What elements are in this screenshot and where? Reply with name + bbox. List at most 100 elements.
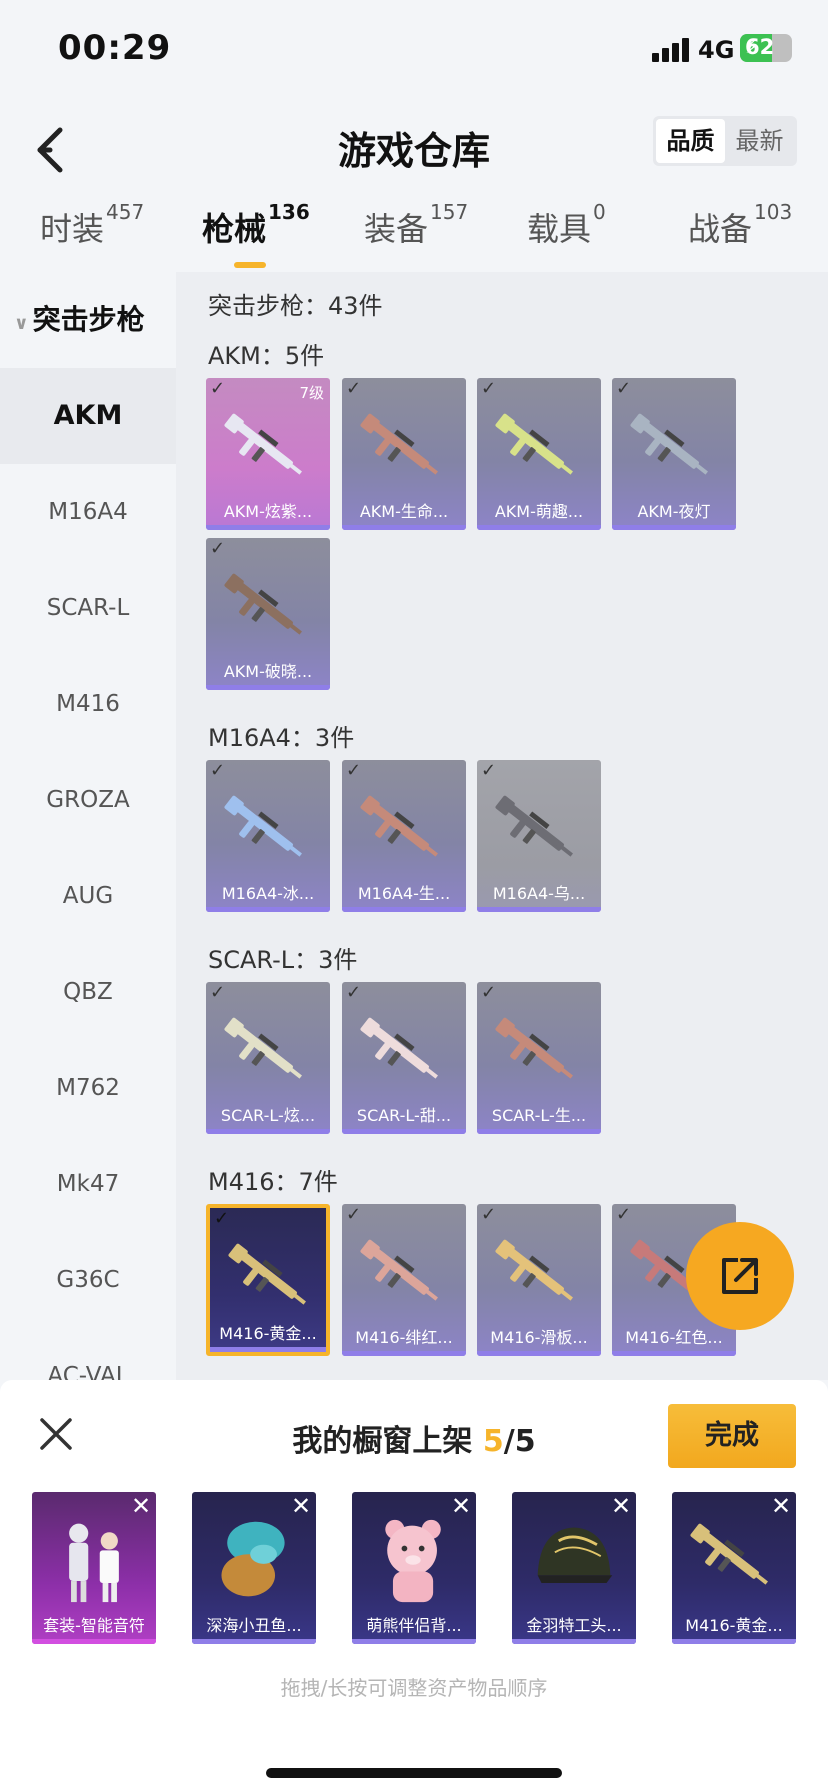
- weapon-card[interactable]: ✓ SCAR-L-甜...: [342, 982, 466, 1134]
- weapon-card[interactable]: ✓ AKM-生命...: [342, 378, 466, 530]
- done-button[interactable]: 完成: [668, 1404, 796, 1468]
- sidebar-item-ac-val[interactable]: AC-VAL: [0, 1328, 176, 1380]
- tab-count: 136: [268, 200, 310, 224]
- tab-vehicles[interactable]: 载具 0: [527, 200, 606, 250]
- sidebar-item-qbz[interactable]: QBZ: [0, 944, 176, 1040]
- check-icon: ✓: [214, 1208, 230, 1229]
- rarity-bar: [477, 1129, 601, 1134]
- rifle-icon: [495, 795, 573, 857]
- sort-toggle: 品质 最新: [653, 116, 797, 166]
- weapon-name: AKM-萌趣...: [494, 502, 584, 521]
- tab-label: 载具: [527, 210, 592, 248]
- weapon-card[interactable]: ✓ 7级 AKM-炫紫...: [206, 378, 330, 530]
- sidebar-item-akm[interactable]: AKM: [0, 368, 176, 464]
- helmet-icon: [537, 1527, 613, 1583]
- weapon-name: AKM-生命...: [359, 502, 449, 521]
- section-title: AKM：5件: [208, 342, 325, 370]
- rarity-bar: [210, 1347, 326, 1352]
- category-tabs: 时装 457 枪械 136 装备 157 载具 0 战备 103: [0, 200, 828, 272]
- tab-count: 103: [754, 200, 793, 224]
- weapon-card[interactable]: ✓ AKM-萌趣...: [477, 378, 601, 530]
- tab-label: 时装: [40, 210, 105, 248]
- check-icon: ✓: [616, 378, 632, 399]
- weapon-name: M416-红色...: [625, 1328, 723, 1347]
- weapon-card[interactable]: ✓ M416-绯红...: [342, 1204, 466, 1356]
- bear-backpack-icon: [385, 1519, 441, 1603]
- check-icon: ✓: [346, 982, 362, 1003]
- rifle-icon: [360, 1239, 438, 1301]
- rarity-bar: [342, 1129, 466, 1134]
- sort-newest-button[interactable]: 最新: [725, 119, 794, 163]
- rifle-icon: [360, 1017, 438, 1079]
- rarity-bar: [612, 525, 736, 530]
- share-button[interactable]: [686, 1222, 794, 1330]
- rarity-bar: [206, 685, 330, 690]
- weapon-card[interactable]: ✓ M416-滑板...: [477, 1204, 601, 1356]
- showcase-slot[interactable]: ✕ M416-黄金...: [672, 1492, 796, 1644]
- weapon-card[interactable]: ✓ SCAR-L-炫...: [206, 982, 330, 1134]
- share-external-icon: [722, 1258, 758, 1294]
- rarity-bar: [206, 907, 330, 912]
- tab-outfits[interactable]: 时装 457: [40, 200, 144, 250]
- weapon-card[interactable]: ✓ AKM-破晓...: [206, 538, 330, 690]
- check-icon: ✓: [346, 378, 362, 399]
- remove-icon[interactable]: ✕: [286, 1492, 316, 1522]
- sidebar-item-g36c[interactable]: G36C: [0, 1232, 176, 1328]
- outfit-icon: [69, 1523, 119, 1603]
- level-badge: 7级: [299, 384, 324, 402]
- showcase-slot[interactable]: ✕ 萌熊伴侣背...: [352, 1492, 476, 1644]
- weapon-card[interactable]: ✓ M16A4-乌...: [477, 760, 601, 912]
- reorder-hint: 拖拽/长按可调整资产物品顺序: [280, 1676, 548, 1700]
- showcase-slot[interactable]: ✕ 金羽特工头...: [512, 1492, 636, 1644]
- weapon-name: SCAR-L-炫...: [220, 1106, 316, 1125]
- rarity-bar: [352, 1639, 476, 1644]
- weapon-grid: 突击步枪：43件 AKM：5件 ✓ 7级 AKM-炫紫... ✓ AKM-生命... ✓ AK…: [176, 272, 828, 1380]
- tab-count: 157: [430, 200, 469, 224]
- sort-quality-button[interactable]: 品质: [656, 119, 725, 163]
- remove-icon[interactable]: ✕: [766, 1492, 796, 1522]
- tab-equipment[interactable]: 装备 157: [364, 200, 468, 250]
- sidebar-item-mk47[interactable]: Mk47: [0, 1136, 176, 1232]
- weapon-card[interactable]: ✓ M16A4-生...: [342, 760, 466, 912]
- weapon-name: SCAR-L-生...: [491, 1106, 587, 1125]
- rarity-bar: [477, 525, 601, 530]
- check-icon: ✓: [346, 1204, 362, 1225]
- weapon-card[interactable]: ✓ SCAR-L-生...: [477, 982, 601, 1134]
- rarity-bar: [477, 1351, 601, 1356]
- weapon-card[interactable]: ✓ AKM-夜灯: [612, 378, 736, 530]
- section-title: M16A4：3件: [208, 724, 355, 752]
- remove-icon[interactable]: ✕: [126, 1492, 156, 1522]
- status-bar: 00:29 4G 62 ⚡: [0, 0, 828, 100]
- sidebar-group-assault-rifles[interactable]: ∨ 突击步枪: [0, 272, 176, 368]
- slot-name: 套装-智能音符: [43, 1616, 145, 1635]
- tab-firearms[interactable]: 枪械 136: [202, 200, 310, 268]
- sidebar-item-scar-l[interactable]: SCAR-L: [0, 560, 176, 656]
- sidebar-item-groza[interactable]: GROZA: [0, 752, 176, 848]
- rarity-bar: [32, 1639, 156, 1644]
- weapon-card[interactable]: ✓ M416-黄金...: [206, 1204, 330, 1356]
- sidebar-item-aug[interactable]: AUG: [0, 848, 176, 944]
- weapon-name: M16A4-生...: [357, 884, 451, 903]
- hair-icon: [221, 1521, 285, 1597]
- remove-icon[interactable]: ✕: [606, 1492, 636, 1522]
- rarity-bar: [672, 1639, 796, 1644]
- showcase-slot[interactable]: ✕ 深海小丑鱼...: [192, 1492, 316, 1644]
- rifle-icon: [495, 1017, 573, 1079]
- remove-icon[interactable]: ✕: [446, 1492, 476, 1522]
- rarity-bar: [512, 1639, 636, 1644]
- check-icon: ✓: [210, 378, 226, 399]
- check-icon: ✓: [616, 1204, 632, 1225]
- sidebar-item-m762[interactable]: M762: [0, 1040, 176, 1136]
- showcase-slot[interactable]: ✕ 套装-智能音符: [32, 1492, 156, 1644]
- tab-count: 457: [106, 200, 145, 224]
- check-icon: ✓: [210, 538, 226, 559]
- sidebar-item-m416[interactable]: M416: [0, 656, 176, 752]
- tab-supplies[interactable]: 战备 103: [688, 200, 792, 250]
- tab-label: 战备: [688, 210, 753, 248]
- weapon-card[interactable]: ✓ M16A4-冰...: [206, 760, 330, 912]
- slot-name: 萌熊伴侣背...: [366, 1616, 462, 1635]
- clock: 00:29: [58, 28, 172, 68]
- slot-name: 金羽特工头...: [526, 1616, 622, 1635]
- sidebar-item-m16a4[interactable]: M16A4: [0, 464, 176, 560]
- check-icon: ✓: [481, 378, 497, 399]
